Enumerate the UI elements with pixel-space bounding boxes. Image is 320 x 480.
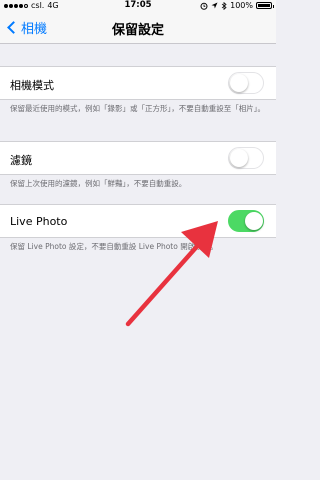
setting-label-camera-mode: 相機模式: [10, 79, 54, 92]
setting-label-filter: 濾鏡: [10, 154, 32, 167]
navigation-bar: 相機 保留設定: [0, 12, 276, 44]
toggle-knob: [229, 73, 248, 92]
toggle-knob: [229, 148, 248, 167]
status-right: 100%: [200, 1, 274, 10]
setting-footer-filter: 保留上次使用的濾鏡，例如「鮮豔」，不要自動重設。: [10, 179, 187, 188]
setting-label-live-photo: Live Photo: [10, 215, 68, 228]
filter-toggle[interactable]: [228, 147, 264, 169]
alarm-icon: [200, 2, 208, 10]
setting-row-filter[interactable]: 濾鏡: [0, 141, 276, 175]
toggle-knob: [244, 211, 263, 230]
battery-percent: 100%: [230, 1, 253, 10]
setting-footer-camera-mode: 保留最近使用的模式，例如「錄影」或「正方形」，不要自動重設至「相片」。: [10, 104, 265, 113]
bluetooth-icon: [221, 1, 227, 10]
live-photo-toggle[interactable]: [228, 210, 264, 232]
setting-footer-live-photo: 保留 Live Photo 設定，不要自動重設 Live Photo 開啟模式。: [10, 242, 218, 251]
page-title: 保留設定: [111, 23, 164, 38]
battery-icon: [256, 2, 274, 9]
settings-screen: csl. 4G 17:05 100% 相機 保留設定 相機模式 保留最近使用的模…: [0, 0, 276, 480]
setting-row-live-photo[interactable]: Live Photo: [0, 204, 276, 238]
setting-row-camera-mode[interactable]: 相機模式: [0, 66, 276, 100]
camera-mode-toggle[interactable]: [228, 72, 264, 94]
location-arrow-icon: [211, 2, 218, 9]
status-bar: csl. 4G 17:05 100%: [0, 0, 276, 12]
